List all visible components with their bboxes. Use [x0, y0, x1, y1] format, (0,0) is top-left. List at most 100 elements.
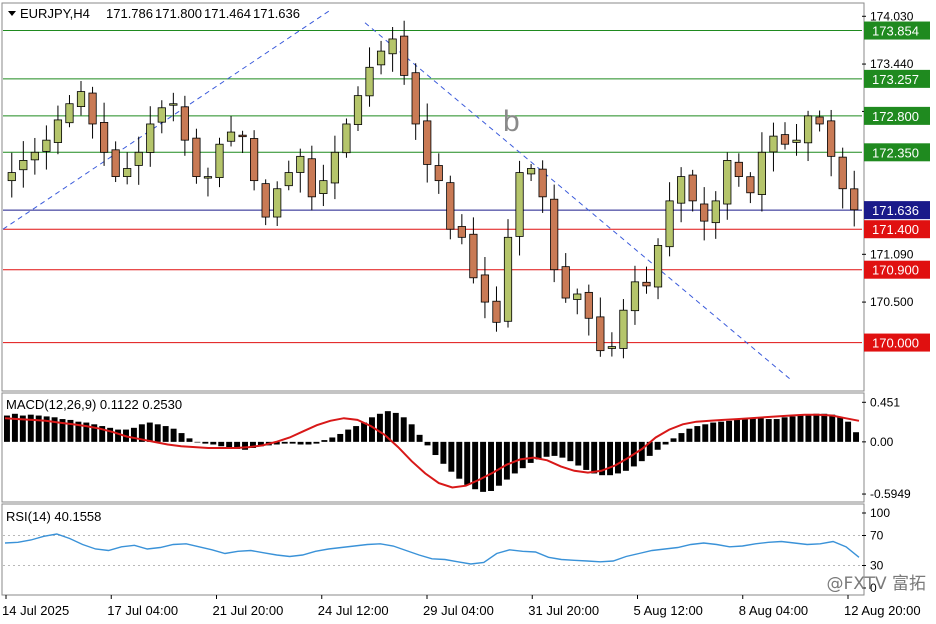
price-pane-frame: [1, 2, 865, 392]
macd-axis-label: -0.5949: [870, 487, 911, 501]
macd-histogram-bar: [329, 437, 336, 442]
candle-bear: [561, 266, 570, 299]
candle-bull: [203, 176, 213, 179]
macd-histogram-bar: [242, 441, 248, 450]
macd-histogram-bar: [583, 441, 590, 470]
macd-histogram-bar: [741, 419, 748, 442]
macd-histogram-bar: [670, 438, 677, 442]
macd-histogram-bar: [154, 424, 161, 442]
candle-bear: [734, 161, 743, 177]
symbol-dropdown-icon[interactable]: [8, 11, 16, 16]
time-axis: 14 Jul 2025 17 Jul 04:00 21 Jul 20:00 24 Ju…: [2, 595, 921, 618]
macd-histogram-bar: [503, 441, 510, 480]
current-price-label: 171.636: [872, 203, 919, 218]
macd-histogram-bar: [511, 441, 518, 474]
candle-bull: [630, 281, 640, 312]
candle-bull: [134, 151, 143, 166]
candle-bear: [400, 35, 409, 76]
macd-histogram-bar: [186, 438, 193, 442]
macd-histogram-bar: [654, 441, 661, 450]
time-axis-label: 21 Jul 20:00: [213, 603, 284, 618]
macd-histogram-bar: [575, 441, 582, 466]
candle-bear: [411, 72, 420, 125]
macd-histogram-bar: [813, 413, 820, 442]
macd-histogram-bar: [559, 441, 566, 458]
macd-histogram-bar: [353, 426, 360, 442]
macd-histogram-bar: [710, 422, 717, 442]
macd-histogram-bar: [281, 441, 288, 444]
candle-bull: [7, 172, 16, 182]
candle-bull: [319, 180, 328, 194]
candle-bull: [723, 160, 732, 205]
macd-histogram-bar: [615, 441, 621, 474]
rsi-axis-label: 70: [870, 529, 884, 543]
macd-histogram-bar: [765, 419, 772, 442]
candle-bull: [503, 236, 513, 322]
macd-axis-label: 0.00: [870, 435, 894, 449]
candle-bull: [19, 160, 28, 171]
time-axis-label: 24 Jul 12:00: [318, 603, 389, 618]
macd-histogram-bar: [194, 441, 201, 443]
rsi-title: RSI(14) 40.1558: [6, 509, 101, 524]
price-axis-label: 173.440: [870, 57, 914, 71]
macd-histogram-bar: [432, 441, 439, 456]
candle-bull: [757, 151, 766, 195]
macd-histogram-bar: [480, 441, 487, 492]
candle-bull: [123, 168, 132, 178]
price-pane: 174.030173.440172.855171.090170.500173.8…: [2, 8, 930, 380]
macd-histogram-bar: [773, 419, 780, 442]
macd-title: MACD(12,26,9) 0.1122 0.2530: [6, 397, 182, 412]
candle-bear: [538, 168, 547, 198]
macd-histogram-bar: [702, 424, 709, 442]
macd-histogram-bar: [678, 433, 685, 442]
support-level-label: 170.900: [872, 263, 919, 278]
macd-histogram-bar: [622, 441, 629, 471]
candle-bear: [111, 149, 120, 177]
rsi-line: [4, 533, 860, 565]
macd-axis-label: 0.451: [870, 395, 900, 409]
candle-bull: [711, 200, 720, 224]
candle-bear: [480, 274, 490, 303]
macd-histogram-bar: [797, 415, 804, 442]
macd-histogram-bar: [376, 413, 383, 442]
macd-histogram-bar: [734, 419, 740, 442]
price-axis-label: 170.500: [870, 295, 914, 309]
candle-bull: [169, 103, 178, 106]
resistance-level-label: 173.854: [872, 24, 919, 39]
candle-bull: [515, 172, 524, 237]
macd-histogram-bar: [218, 441, 225, 447]
macd-histogram-bar: [464, 441, 471, 485]
macd-histogram-bar: [321, 440, 328, 442]
frames: [1, 2, 865, 596]
resistance-level-label: 173.257: [872, 72, 919, 87]
candle-bull: [803, 115, 813, 144]
macd-histogram-bar: [408, 424, 415, 442]
macd-histogram-bar: [115, 429, 122, 442]
macd-histogram-bar: [527, 441, 534, 463]
candle-bull: [53, 119, 63, 143]
macd-histogram-bar: [313, 441, 320, 444]
candle-bull: [619, 309, 628, 349]
candle-bear: [746, 176, 755, 194]
candle-bull: [376, 50, 386, 66]
macd-histogram-bar: [369, 417, 375, 442]
candle-bear: [815, 116, 824, 125]
candle-bear: [469, 233, 478, 279]
symbol-label[interactable]: EURJPY,H4: [20, 6, 90, 21]
macd-histogram-bar: [718, 421, 725, 442]
candle-bear: [88, 92, 97, 125]
macd-histogram-bar: [535, 441, 542, 460]
candle-bear: [584, 291, 593, 319]
candle-bull: [607, 346, 616, 349]
candle-bear: [446, 182, 455, 230]
macd-histogram-bar: [130, 427, 137, 442]
candle-bull: [296, 155, 305, 173]
macd-histogram-bar: [4, 415, 10, 442]
ohlc-high: 171.800: [155, 6, 202, 21]
time-axis-label: 17 Jul 04:00: [107, 603, 178, 618]
candle-bull: [792, 139, 801, 143]
macd-histogram-bar: [361, 422, 368, 442]
macd-histogram-bar: [170, 428, 177, 442]
candle-bear: [238, 134, 247, 138]
macd-histogram-bar: [845, 421, 852, 442]
